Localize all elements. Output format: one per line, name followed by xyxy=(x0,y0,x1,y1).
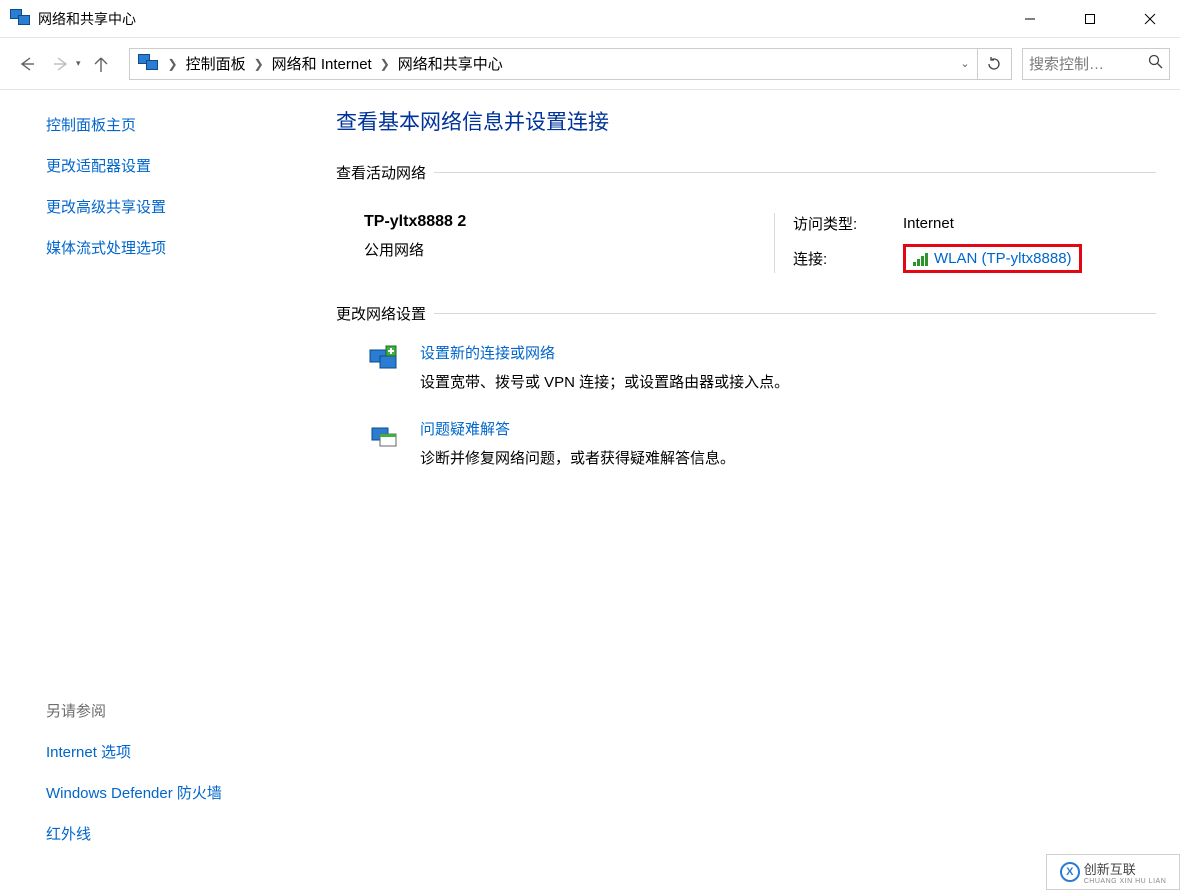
window-title: 网络和共享中心 xyxy=(38,9,136,29)
nav-up-button[interactable] xyxy=(85,48,117,80)
signal-icon xyxy=(913,252,928,266)
search-input[interactable]: 搜索控制… xyxy=(1022,48,1170,80)
breadcrumb-item[interactable]: 网络和共享中心 xyxy=(392,49,509,79)
sidebar-link-sharing[interactable]: 更改高级共享设置 xyxy=(46,196,300,217)
setting-item: 问题疑难解答 诊断并修复网络问题，或者获得疑难解答信息。 xyxy=(366,418,1156,468)
refresh-button[interactable] xyxy=(977,49,1009,79)
search-icon[interactable] xyxy=(1148,54,1163,73)
maximize-button[interactable] xyxy=(1060,0,1120,37)
see-also-infrared[interactable]: 红外线 xyxy=(46,823,300,844)
troubleshoot-link[interactable]: 问题疑难解答 xyxy=(420,418,735,439)
title-bar: 网络和共享中心 xyxy=(0,0,1180,38)
search-placeholder: 搜索控制… xyxy=(1029,53,1148,74)
watermark-text: 创新互联 xyxy=(1084,859,1136,878)
nav-back-button[interactable] xyxy=(10,48,42,80)
wlan-connection-link[interactable]: WLAN (TP-yltx8888) xyxy=(903,244,1082,273)
access-type-value: Internet xyxy=(903,215,1156,232)
sidebar-link-adapter[interactable]: 更改适配器设置 xyxy=(46,155,300,176)
content-area: 控制面板主页 更改适配器设置 更改高级共享设置 媒体流式处理选项 另请参阅 In… xyxy=(0,90,1180,890)
sidebar-link-home[interactable]: 控制面板主页 xyxy=(46,114,300,135)
breadcrumb-icon[interactable] xyxy=(132,49,166,79)
troubleshoot-icon xyxy=(366,418,402,454)
nav-bar: ▾ ❯ 控制面板 ❯ 网络和 Internet ❯ 网络和共享中心 ⌄ 搜索控制… xyxy=(0,38,1180,90)
close-button[interactable] xyxy=(1120,0,1180,37)
new-connection-desc: 设置宽带、拨号或 VPN 连接；或设置路由器或接入点。 xyxy=(420,374,789,391)
network-type: 公用网络 xyxy=(364,239,774,260)
breadcrumb-item[interactable]: 控制面板 xyxy=(180,49,252,79)
watermark-logo-icon: X xyxy=(1060,862,1080,882)
see-also-internet-options[interactable]: Internet 选项 xyxy=(46,741,300,762)
see-also-section: 另请参阅 Internet 选项 Windows Defender 防火墙 红外… xyxy=(46,700,300,872)
change-settings-section-header: 更改网络设置 xyxy=(336,303,1156,324)
connection-label: 连接: xyxy=(793,248,903,269)
see-also-defender-firewall[interactable]: Windows Defender 防火墙 xyxy=(46,782,300,803)
main-panel: 查看基本网络信息并设置连接 查看活动网络 TP-yltx8888 2 公用网络 … xyxy=(318,90,1180,890)
network-name: TP-yltx8888 2 xyxy=(364,213,774,231)
breadcrumb-item[interactable]: 网络和 Internet xyxy=(266,49,378,79)
new-connection-icon xyxy=(366,342,402,378)
window-controls xyxy=(1000,0,1180,37)
troubleshoot-desc: 诊断并修复网络问题，或者获得疑难解答信息。 xyxy=(420,450,735,467)
breadcrumb[interactable]: ❯ 控制面板 ❯ 网络和 Internet ❯ 网络和共享中心 ⌄ xyxy=(129,48,1012,80)
network-center-icon xyxy=(10,9,32,29)
watermark-subtext: CHUANG XIN HU LIAN xyxy=(1084,878,1167,885)
chevron-right-icon[interactable]: ❯ xyxy=(166,57,180,71)
see-also-label: 另请参阅 xyxy=(46,700,300,721)
breadcrumb-expand-button[interactable]: ⌄ xyxy=(953,57,977,70)
minimize-button[interactable] xyxy=(1000,0,1060,37)
access-type-label: 访问类型: xyxy=(793,213,903,234)
setting-item: 设置新的连接或网络 设置宽带、拨号或 VPN 连接；或设置路由器或接入点。 xyxy=(366,342,1156,392)
page-title: 查看基本网络信息并设置连接 xyxy=(336,106,1156,136)
active-network-row: TP-yltx8888 2 公用网络 访问类型: Internet 连接: WL… xyxy=(336,201,1156,303)
chevron-right-icon[interactable]: ❯ xyxy=(252,57,266,71)
nav-history-dropdown[interactable]: ▾ xyxy=(76,58,81,69)
chevron-right-icon[interactable]: ❯ xyxy=(378,57,392,71)
watermark: X 创新互联 CHUANG XIN HU LIAN xyxy=(1046,854,1180,890)
nav-forward-button[interactable] xyxy=(46,48,78,80)
active-networks-section-header: 查看活动网络 xyxy=(336,162,1156,183)
sidebar-link-media[interactable]: 媒体流式处理选项 xyxy=(46,237,300,258)
new-connection-link[interactable]: 设置新的连接或网络 xyxy=(420,342,789,363)
sidebar: 控制面板主页 更改适配器设置 更改高级共享设置 媒体流式处理选项 另请参阅 In… xyxy=(0,90,318,890)
